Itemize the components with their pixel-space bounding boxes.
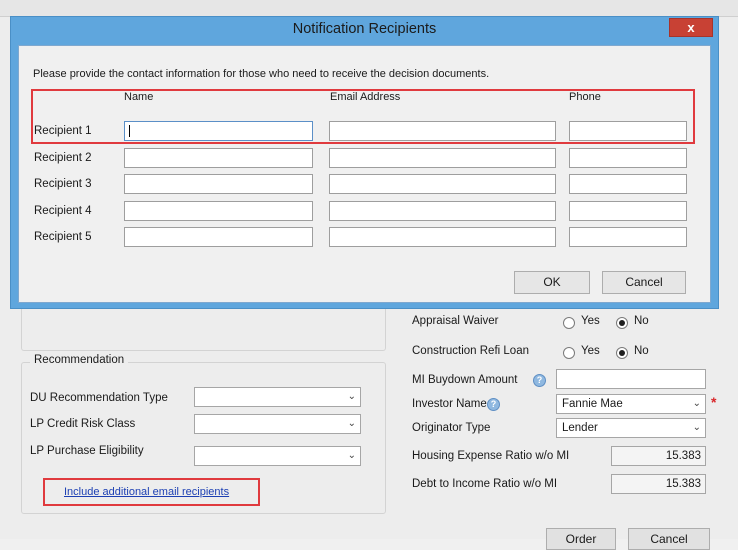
chevron-down-icon: ⌄ — [347, 450, 356, 461]
appraisal-waiver-yes-radio[interactable] — [563, 317, 575, 329]
housing-expense-ratio-value: 15.383 — [611, 446, 706, 466]
debt-to-income-ratio-label: Debt to Income Ratio w/o MI — [412, 478, 558, 490]
background-cancel-button[interactable]: Cancel — [628, 528, 710, 550]
recipient-4-name-input[interactable] — [124, 201, 313, 221]
du-recommendation-type-label: DU Recommendation Type — [30, 392, 168, 404]
recipient-2-name-input[interactable] — [124, 148, 313, 168]
recipient-5-name-input[interactable] — [124, 227, 313, 247]
chevron-down-icon: ⌄ — [347, 391, 356, 402]
include-additional-recipients-link[interactable]: Include additional email recipients — [64, 486, 229, 498]
close-button[interactable]: x — [669, 18, 713, 37]
recommendation-group-title: Recommendation — [30, 354, 129, 366]
dialog-title: Notification Recipients — [292, 21, 437, 37]
originator-type-select[interactable]: Lender ⌄ — [556, 418, 706, 438]
appraisal-waiver-no-radio[interactable] — [616, 317, 628, 329]
chevron-down-icon: ⌄ — [692, 398, 701, 409]
dialog-client-area: Please provide the contact information f… — [18, 45, 711, 303]
help-icon[interactable]: ? — [487, 398, 500, 411]
recipient-5-email-input[interactable] — [329, 227, 556, 247]
recipient-5-phone-input[interactable] — [569, 227, 687, 247]
lp-credit-risk-class-label: LP Credit Risk Class — [30, 418, 136, 430]
close-icon: x — [687, 20, 695, 35]
notification-recipients-dialog: Notification Recipients x Please provide… — [10, 16, 719, 309]
recipient-3-name-input[interactable] — [124, 174, 313, 194]
column-header-email: Email Address — [330, 91, 401, 103]
mi-buydown-amount-input[interactable] — [556, 369, 706, 389]
chevron-down-icon: ⌄ — [347, 418, 356, 429]
lp-purchase-eligibility-label: LP Purchase Eligibility — [30, 445, 144, 457]
dialog-instructions: Please provide the contact information f… — [33, 68, 490, 80]
construction-refi-no-radio[interactable] — [616, 347, 628, 359]
column-header-name: Name — [124, 91, 154, 103]
background-title-bar — [0, 0, 738, 17]
recipient-4-phone-input[interactable] — [569, 201, 687, 221]
mi-buydown-amount-label: MI Buydown Amount — [412, 374, 518, 386]
du-recommendation-type-select[interactable]: ⌄ — [194, 387, 361, 407]
required-asterisk: * — [711, 394, 717, 410]
recipient-3-phone-input[interactable] — [569, 174, 687, 194]
lp-credit-risk-class-select[interactable]: ⌄ — [194, 414, 361, 434]
debt-to-income-ratio-value: 15.383 — [611, 474, 706, 494]
appraisal-waiver-no-label: No — [634, 315, 649, 327]
investor-name-label: Investor Name — [412, 398, 487, 410]
recipient-2-email-input[interactable] — [329, 148, 556, 168]
help-icon[interactable]: ? — [533, 374, 546, 387]
recipient-5-label: Recipient 5 — [34, 231, 92, 243]
construction-refi-no-label: No — [634, 345, 649, 357]
recipient-2-phone-input[interactable] — [569, 148, 687, 168]
appraisal-waiver-yes-label: Yes — [581, 315, 600, 327]
originator-type-label: Originator Type — [412, 422, 491, 434]
recipient-4-label: Recipient 4 — [34, 205, 92, 217]
lp-purchase-eligibility-select[interactable]: ⌄ — [194, 446, 361, 466]
recipient-1-email-input[interactable] — [329, 121, 556, 141]
recipient-1-label: Recipient 1 — [34, 125, 92, 137]
recipient-4-email-input[interactable] — [329, 201, 556, 221]
recipient-1-phone-input[interactable] — [569, 121, 687, 141]
dialog-title-bar: Notification Recipients x — [11, 17, 718, 45]
investor-name-select[interactable]: Fannie Mae ⌄ — [556, 394, 706, 414]
construction-refi-yes-label: Yes — [581, 345, 600, 357]
housing-expense-ratio-label: Housing Expense Ratio w/o MI — [412, 450, 570, 462]
recipient-2-label: Recipient 2 — [34, 152, 92, 164]
ok-button[interactable]: OK — [514, 271, 590, 294]
recipient-3-label: Recipient 3 — [34, 178, 92, 190]
chevron-down-icon: ⌄ — [692, 422, 701, 433]
recipient-1-name-input[interactable] — [124, 121, 313, 141]
text-caret — [129, 125, 130, 137]
cancel-button[interactable]: Cancel — [602, 271, 686, 294]
construction-refi-yes-radio[interactable] — [563, 347, 575, 359]
recipient-3-email-input[interactable] — [329, 174, 556, 194]
order-button[interactable]: Order — [546, 528, 616, 550]
column-header-phone: Phone — [569, 91, 601, 103]
construction-refi-label: Construction Refi Loan — [412, 345, 529, 357]
appraisal-waiver-label: Appraisal Waiver — [412, 315, 499, 327]
